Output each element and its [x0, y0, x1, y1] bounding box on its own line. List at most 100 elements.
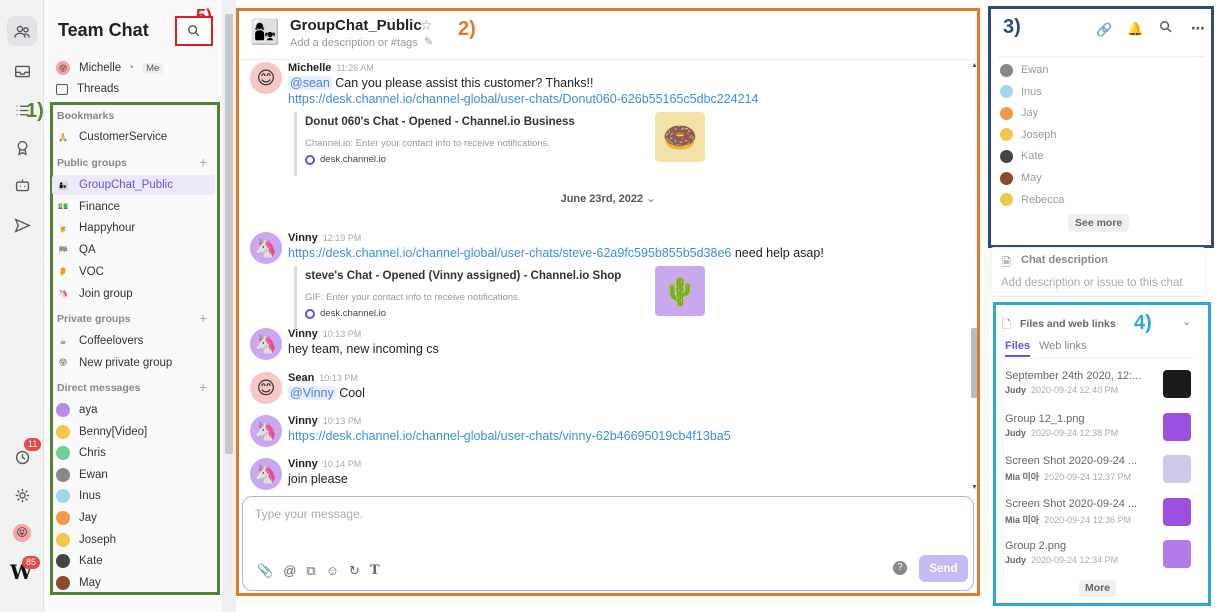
member-item[interactable]: Jay [1000, 105, 1038, 121]
emoji-icon[interactable]: ☺ [326, 563, 339, 579]
tab-web-links[interactable]: Web links [1039, 340, 1086, 352]
sidebar-item-bookmark[interactable]: 🙏 CustomerService [56, 127, 167, 147]
badge-icon[interactable] [7, 132, 37, 162]
sidebar-item-threads[interactable]: Threads [56, 79, 119, 99]
sidebar-item-dm[interactable]: aya [56, 400, 98, 420]
sidebar-item-dm[interactable]: Inus [56, 486, 101, 506]
sidebar-item-dm[interactable]: Kate [56, 551, 103, 571]
public-group-icon: 💵 [58, 202, 68, 212]
me-row[interactable]: 😝 Michelle ◔ Me [56, 58, 164, 78]
bot-icon[interactable] [7, 170, 37, 200]
add-dm-button[interactable]: + [199, 379, 207, 395]
edit-icon[interactable]: ✎ [424, 35, 433, 48]
avatar[interactable]: 😊 [250, 62, 282, 94]
message-time: 10:13 PM [322, 416, 362, 426]
member-item[interactable]: Inus [1000, 84, 1042, 100]
message-author[interactable]: Vinny 10:13 PM [288, 328, 361, 340]
sidebar-item-dm[interactable]: Benny[Video] [56, 422, 147, 442]
message-author[interactable]: Sean 10:13 PM [288, 372, 358, 384]
sidebar-scrollbar[interactable] [222, 0, 236, 612]
see-more-button[interactable]: See more [1068, 214, 1130, 232]
help-icon[interactable]: ? [893, 561, 907, 575]
sidebar-item-private-group[interactable]: ☕ Coffeelovers [56, 331, 143, 351]
sidebar-item-public-group[interactable]: 🏁 QA [56, 240, 96, 260]
bell-icon[interactable]: 🔔 [1127, 21, 1143, 37]
avatar[interactable]: 🦄 [250, 328, 282, 360]
link-preview-card[interactable]: steve's Chat - Opened (Vinny assigned) -… [294, 266, 705, 330]
private-groups-heading: Private groups [57, 313, 131, 325]
sidebar-item-public-group[interactable]: 💵 Finance [56, 197, 120, 217]
file-item[interactable]: September 24th 2020, 12:... Judy 2020-09-… [1005, 370, 1195, 398]
link-icon[interactable]: 🔗 [1096, 22, 1112, 38]
message-author[interactable]: Vinny 12:19 PM [288, 232, 361, 244]
user-avatar[interactable]: 😝 [13, 524, 31, 542]
dm-label: Kate [79, 555, 103, 568]
sidebar-item-dm[interactable]: Jay [56, 508, 97, 528]
avatar[interactable]: 🦄 [250, 415, 282, 447]
message-author[interactable]: Vinny 10:13 PM [288, 415, 361, 427]
message-link[interactable]: https://desk.channel.io/channel-global/u… [288, 429, 731, 443]
avatar[interactable]: 🦄 [250, 232, 282, 264]
chat-description-input[interactable]: Add description or issue to this chat [1001, 277, 1183, 289]
file-item[interactable]: Group 2.png Judy 2020-09-24 12:34 PM [1005, 540, 1195, 568]
mention-icon[interactable]: @ [283, 563, 296, 579]
star-icon[interactable]: ☆ [420, 17, 433, 34]
gear-icon[interactable] [7, 480, 37, 510]
sidebar-item-public-group[interactable]: 👂 VOC [56, 262, 104, 282]
link-preview-card[interactable]: Donut 060's Chat - Opened - Channel.io B… [294, 112, 705, 176]
sidebar-item-public-group[interactable]: 👩‍👧 GroupChat_Public [56, 175, 173, 195]
snippet-icon[interactable]: ⧉ [306, 563, 315, 579]
message-time: 10:13 PM [319, 373, 358, 383]
team-chat-icon[interactable] [7, 16, 37, 46]
sidebar-item-dm[interactable]: Chris [56, 443, 106, 463]
date-separator[interactable]: June 23rd, 2022 ⌄ [236, 192, 970, 205]
message-author[interactable]: Vinny 10:14 PM [288, 458, 361, 470]
tab-files[interactable]: Files [1005, 340, 1031, 357]
public-group-icon: 👩‍👧 [58, 180, 68, 190]
sidebar-item-dm[interactable]: Joseph [56, 530, 116, 550]
member-item[interactable]: Kate [1000, 148, 1044, 164]
composer-toolbar: 📎 @ ⧉ ☺ ↻ T [257, 563, 380, 579]
panel-search-icon[interactable] [1159, 20, 1173, 37]
avatar[interactable]: 😊 [250, 372, 282, 404]
send-button[interactable]: Send [919, 555, 968, 582]
more-icon[interactable]: ⋯ [1191, 20, 1205, 37]
message-text: join please [288, 472, 348, 486]
channel-description[interactable]: Add a description or #tags [290, 37, 418, 49]
sidebar-item-private-group[interactable]: 😝 New private group [56, 353, 173, 373]
mention[interactable]: @Vinny [288, 386, 336, 400]
more-files-button[interactable]: More [1079, 580, 1117, 597]
file-item[interactable]: Screen Shot 2020-09-24 ... Mia 미아 2020-09… [1005, 455, 1195, 483]
member-item[interactable]: Rebecca [1000, 192, 1064, 208]
sidebar-item-dm[interactable]: Ewan [56, 465, 108, 485]
member-item[interactable]: Ewan [1000, 62, 1049, 78]
notification-count-badge: 11 [24, 438, 42, 451]
attach-icon[interactable]: 📎 [257, 563, 273, 579]
sidebar-item-public-group[interactable]: 🍺 Happyhour [56, 218, 135, 238]
message-link[interactable]: https://desk.channel.io/channel-global/u… [288, 246, 731, 260]
add-public-group-button[interactable]: + [199, 154, 207, 170]
text-format-icon[interactable]: T [370, 563, 380, 579]
chevron-down-icon[interactable]: ⌄ [1182, 315, 1191, 328]
file-item[interactable]: Screen Shot 2020-09-24 ... Mia 미아 2020-09… [1005, 497, 1195, 526]
file-item[interactable]: Group 12_1.png Judy 2020-09-24 12:38 PM [1005, 412, 1195, 441]
sidebar-item-public-group[interactable]: 🦄 Join group [56, 284, 133, 304]
mention[interactable]: @sean [288, 76, 332, 90]
member-item[interactable]: May [1000, 170, 1042, 186]
message-input[interactable]: Type your message. [255, 507, 363, 521]
send-icon[interactable] [7, 210, 37, 240]
search-button[interactable] [175, 16, 213, 46]
refresh-icon[interactable]: ↻ [349, 563, 360, 579]
avatar[interactable]: 🦄 [250, 458, 282, 490]
avatar [56, 467, 70, 482]
inbox-icon[interactable] [7, 56, 37, 86]
sidebar-item-dm[interactable]: May [56, 573, 101, 593]
message-composer[interactable]: Type your message. 📎 @ ⧉ ☺ ↻ T ? Send [242, 496, 974, 591]
message-scrollbar[interactable]: ▲ ▼ [969, 60, 980, 496]
member-item[interactable]: Joseph [1000, 127, 1056, 143]
me-tag: Me [142, 62, 164, 74]
message-author[interactable]: Michelle 11:26 AM [288, 62, 374, 74]
add-private-group-button[interactable]: + [199, 310, 207, 326]
message-link[interactable]: https://desk.channel.io/channel-global/u… [288, 92, 758, 106]
avatar [1000, 63, 1013, 77]
